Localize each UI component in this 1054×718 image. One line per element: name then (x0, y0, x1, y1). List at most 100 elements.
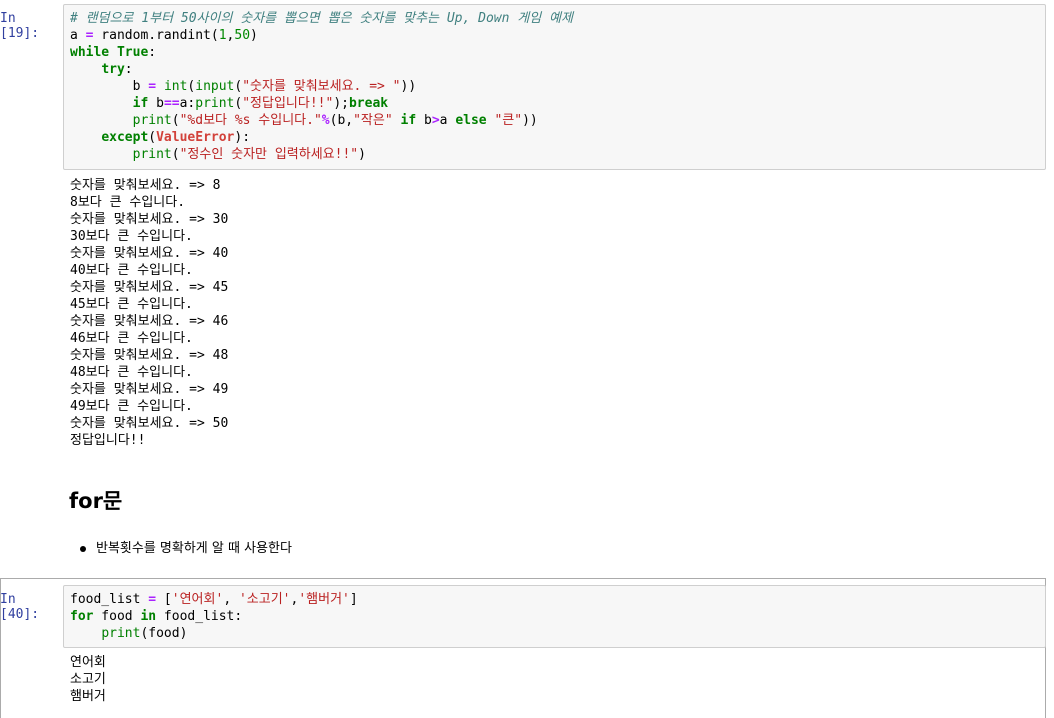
code-token: True (116, 45, 149, 60)
cell1-prompt: In [19]: (0, 11, 40, 41)
code-line: a = random.randint(1,50) (70, 27, 1039, 44)
code-token: if (132, 96, 149, 111)
code-token: = (148, 79, 157, 94)
bullet-icon (80, 545, 86, 552)
cell2-prompt: In [40]: (0, 592, 40, 622)
code-token: > (431, 113, 440, 128)
code-token: )) (400, 79, 417, 94)
cell1-output: 숫자를 맞춰보세요. => 8 8보다 큰 수입니다. 숫자를 맞춰보세요. => … (70, 177, 228, 449)
output-line: 숫자를 맞춰보세요. => 50 (70, 416, 229, 431)
code-token: ) (358, 147, 366, 162)
code-token: print (101, 626, 141, 641)
output-line: 49보다 큰 수입니다. (70, 399, 193, 414)
code-token: ) (250, 28, 258, 43)
code-token: "정답입니다!!" (242, 96, 334, 111)
output-line: 숫자를 맞춰보세요. => 30 (70, 212, 229, 227)
code-token: else (455, 113, 487, 128)
output-line: 45보다 큰 수입니다. (70, 297, 193, 312)
output-line: 40보다 큰 수입니다. (70, 263, 193, 278)
markdown-bullet-text: 반복횟수를 명확하게 알 때 사용한다 (96, 541, 292, 556)
code-token: except (101, 130, 149, 145)
code-token: '소고기' (238, 592, 291, 607)
output-line: 8보다 큰 수입니다. (70, 195, 186, 210)
code-token: )) (522, 113, 538, 128)
output-line: 46보다 큰 수입니다. (70, 331, 193, 346)
code-token: == (163, 96, 180, 111)
output-line: 숫자를 맞춰보세요. => 8 (70, 178, 221, 193)
code-token: in (140, 609, 157, 624)
code-token: : (148, 45, 157, 60)
cell2-code-input[interactable]: food_list = ['연어회', '소고기','햄버거'] for food… (63, 585, 1046, 648)
code-token: '연어회' (171, 592, 224, 607)
code-token: (food) (140, 626, 188, 641)
code-token: food (93, 609, 141, 624)
output-line: 숫자를 맞춰보세요. => 48 (70, 348, 229, 363)
code-line: except(ValueError): (70, 129, 1039, 146)
code-line: for food in food_list: (70, 608, 1039, 625)
code-token: , (223, 592, 239, 607)
code-token: a: (179, 96, 196, 111)
code-token: ): (234, 130, 251, 145)
output-line: 48보다 큰 수입니다. (70, 365, 193, 380)
code-token: "숫자를 맞춰보세요. => " (242, 79, 401, 94)
code-token: food_list: (156, 609, 243, 624)
cell1-code-input[interactable]: # 랜덤으로 1부터 50사이의 숫자를 뽑으면 뽑은 숫자를 맞추는 Up, … (63, 4, 1046, 170)
output-line: 숫자를 맞춰보세요. => 49 (70, 382, 229, 397)
code-token: for (70, 609, 94, 624)
output-line: 숫자를 맞춰보세요. => 45 (70, 280, 229, 295)
code-token: ( (171, 113, 180, 128)
code-token: ValueError (156, 130, 235, 145)
code-line: food_list = ['연어회', '소고기','햄버거'] (70, 591, 1039, 608)
code-token: if (400, 113, 417, 128)
code-line: if b==a:print("정답입니다!!");break (70, 95, 1039, 112)
code-token: 50 (234, 28, 251, 43)
code-token: ( (171, 147, 180, 162)
code-token: = (148, 592, 157, 607)
code-token: ] (349, 592, 358, 607)
code-token: while (70, 45, 110, 60)
code-line: print("%d보다 %s 수입니다."%(b,"작은" if b>a els… (70, 112, 1039, 129)
code-token: '햄버거' (298, 592, 350, 607)
code-token: b (148, 96, 164, 111)
code-token: "작은" (353, 113, 393, 128)
code-token: "큰" (494, 113, 523, 128)
output-line: 연어회 (70, 655, 106, 670)
code-line: b = int(input("숫자를 맞춰보세요. => ")) (70, 78, 1039, 95)
code-token: # 랜덤으로 1부터 50사이의 숫자를 뽑으면 뽑은 숫자를 맞추는 Up, … (70, 11, 573, 26)
code-token: input (195, 79, 235, 94)
output-line: 숫자를 맞춰보세요. => 40 (70, 246, 229, 261)
code-token: random.randint( (93, 28, 219, 43)
code-token: ( (148, 130, 157, 145)
code-line: print(food) (70, 625, 1039, 642)
code-token: try (101, 62, 125, 77)
code-line: try: (70, 61, 1039, 78)
code-token: b (416, 113, 432, 128)
output-line: 30보다 큰 수입니다. (70, 229, 193, 244)
output-line: 숫자를 맞춰보세요. => 46 (70, 314, 229, 329)
code-token: b (70, 79, 149, 94)
code-token: "정수인 숫자만 입력하세요!!" (179, 147, 359, 162)
code-token: (b, (329, 113, 354, 128)
code-token: a (70, 28, 86, 43)
code-token: int (163, 79, 188, 94)
code-token: print (195, 96, 235, 111)
code-line: while True: (70, 44, 1039, 61)
output-line: 정답입니다!! (70, 433, 146, 448)
code-token: food_list (70, 592, 149, 607)
output-line: 소고기 (70, 672, 106, 687)
output-line: 햄버거 (70, 689, 106, 704)
code-line: print("정수인 숫자만 입력하세요!!") (70, 146, 1039, 163)
cell2-output: 연어회소고기햄버거 (70, 654, 106, 705)
code-token: print (132, 147, 172, 162)
code-token: ); (333, 96, 349, 111)
markdown-heading: for문 (69, 489, 123, 513)
code-token: a (439, 113, 456, 128)
